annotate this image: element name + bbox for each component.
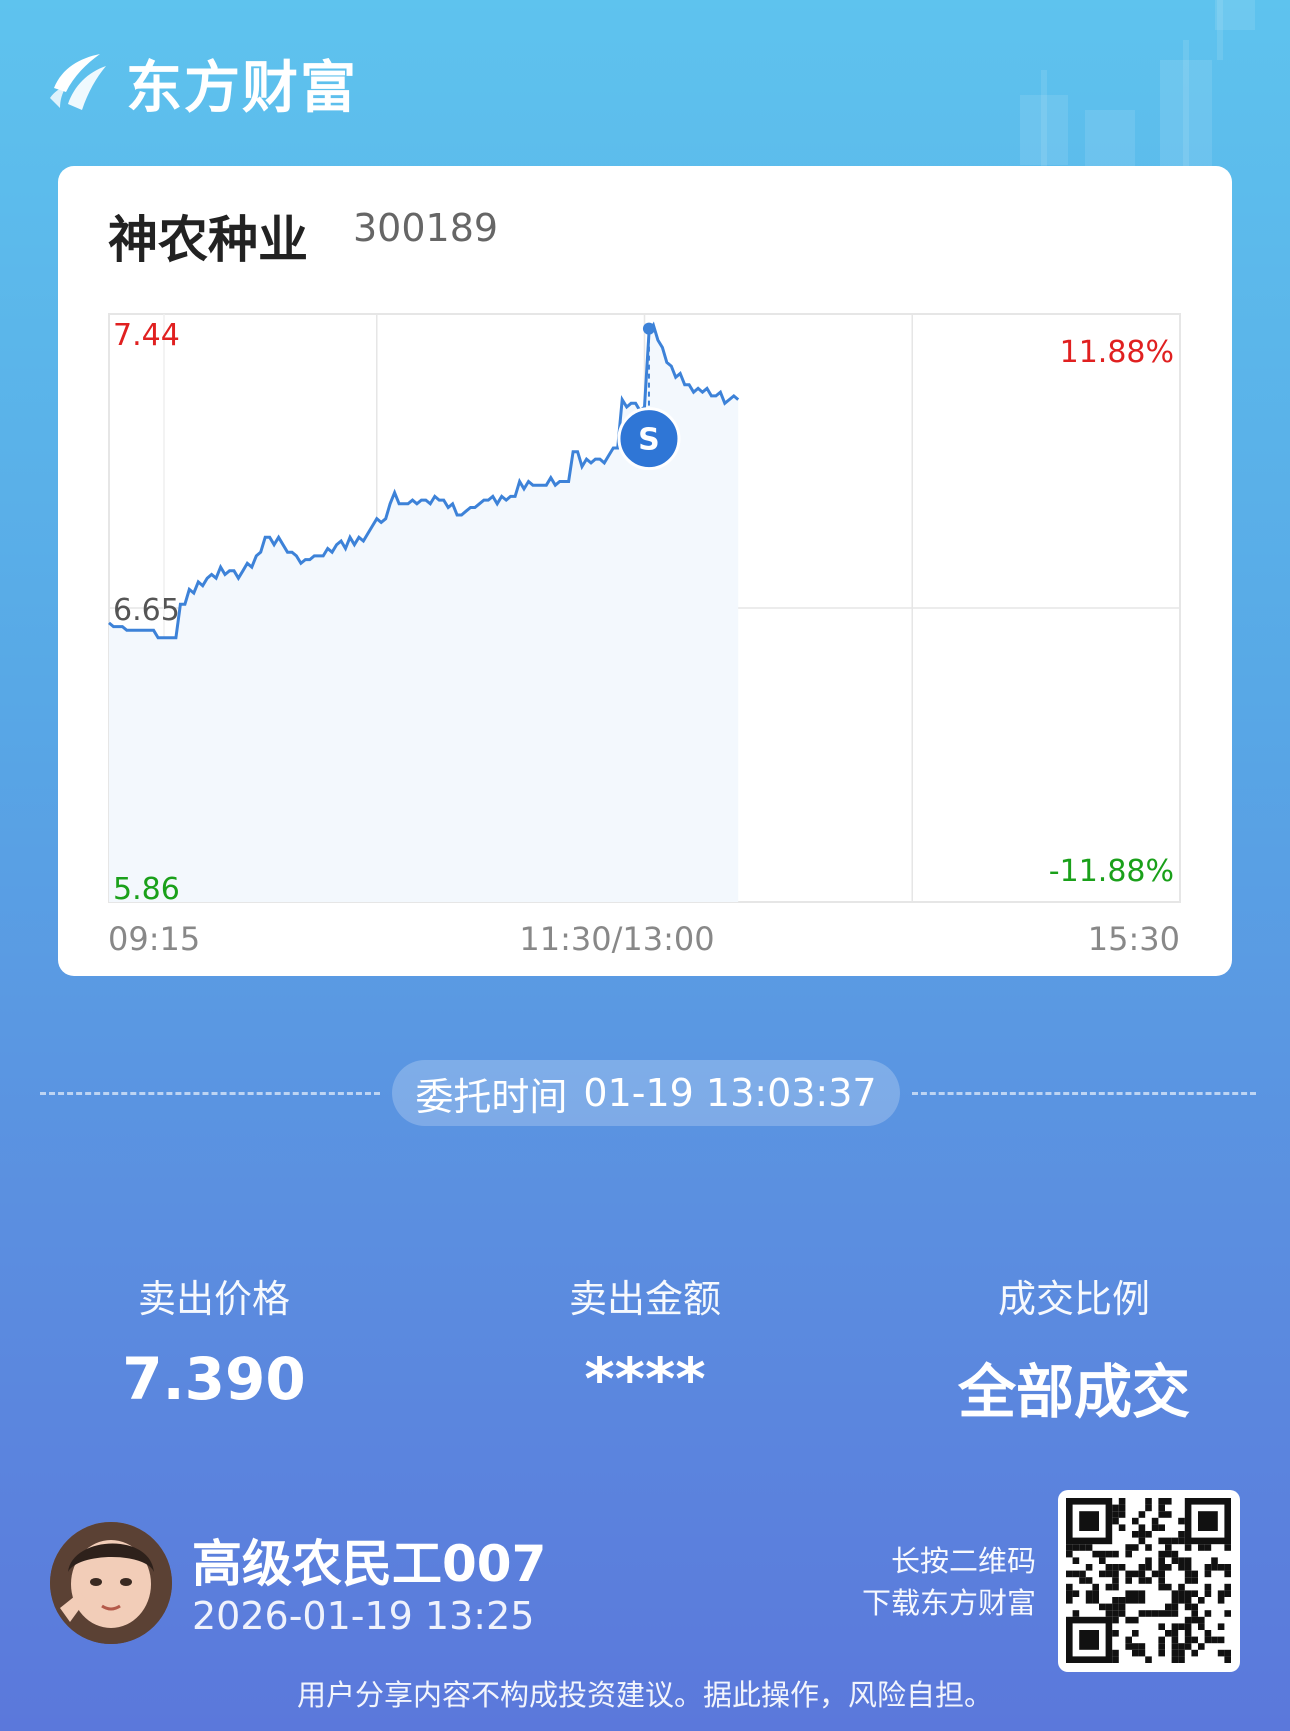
stat-value: 全部成交 <box>957 1358 1190 1426</box>
qr-hint: 长按二维码 下载东方财富 <box>820 1540 1036 1624</box>
order-time-value: 01-19 13:03:37 <box>583 1071 877 1115</box>
x-label-mid: 11:30/13:00 <box>519 920 714 958</box>
qr-hint-line2: 下载东方财富 <box>861 1586 1036 1620</box>
brand-name: 东方财富 <box>126 55 358 121</box>
dash-line-right <box>912 1092 1256 1095</box>
avatar[interactable] <box>50 1522 172 1644</box>
stat-value: **** <box>584 1345 706 1413</box>
qr-code[interactable] <box>1058 1490 1240 1672</box>
stat-label: 成交比例 <box>997 1277 1150 1321</box>
qr-hint-line1: 长按二维码 <box>890 1544 1036 1578</box>
user-name: 高级农民工007 <box>192 1535 547 1593</box>
share-datetime: 2026-01-19 13:25 <box>192 1594 535 1638</box>
stock-card: 神农种业 300189 S 7.44 6.65 5.86 11.88% -11.… <box>58 166 1232 976</box>
stat-fill-ratio: 成交比例 全部成交 <box>914 1268 1234 1429</box>
x-label-end: 15:30 <box>1088 920 1180 958</box>
marker-label: S <box>638 423 660 458</box>
pct-label-bottom: -11.88% <box>1049 854 1174 889</box>
stat-label: 卖出金额 <box>568 1277 721 1321</box>
stat-sell-amount: 卖出金额 **** <box>485 1268 805 1413</box>
stat-sell-price: 卖出价格 7.390 <box>54 1268 374 1413</box>
dash-line-left <box>40 1092 380 1095</box>
y-label-mid: 6.65 <box>113 593 180 628</box>
marker-dot <box>642 322 655 335</box>
y-label-top: 7.44 <box>113 318 180 353</box>
disclaimer: 用户分享内容不构成投资建议。据此操作，风险自担。 <box>296 1678 993 1712</box>
avatar-image <box>50 1522 172 1644</box>
y-label-bottom: 5.86 <box>113 872 180 907</box>
brand-header: 东方财富 <box>48 48 358 121</box>
qr-code-icon <box>1066 1498 1231 1663</box>
stat-label: 卖出价格 <box>137 1277 290 1321</box>
x-label-start: 09:15 <box>108 920 200 958</box>
order-time-pill: 委托时间 01-19 13:03:37 <box>392 1060 900 1126</box>
order-time-label: 委托时间 <box>415 1074 568 1119</box>
eastmoney-logo-icon <box>50 54 106 110</box>
stat-value: 7.390 <box>122 1345 306 1413</box>
pct-label-top: 11.88% <box>1060 335 1174 370</box>
intraday-chart: S 7.44 6.65 5.86 11.88% -11.88% 09:15 11… <box>108 313 1181 958</box>
order-time-row: 委托时间 01-19 13:03:37 <box>40 1060 1256 1130</box>
